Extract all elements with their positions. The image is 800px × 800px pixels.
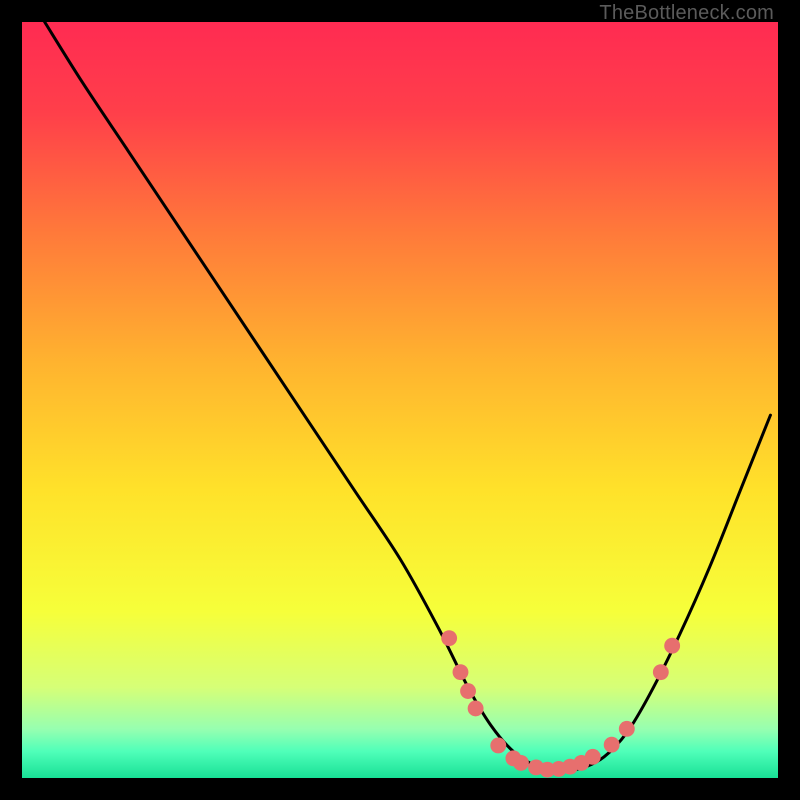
data-marker bbox=[460, 683, 476, 699]
data-marker bbox=[468, 701, 484, 717]
data-marker bbox=[490, 738, 506, 754]
bottleneck-chart bbox=[22, 22, 778, 778]
data-marker bbox=[653, 664, 669, 680]
data-marker bbox=[664, 638, 680, 654]
data-marker bbox=[585, 749, 601, 765]
data-marker bbox=[453, 664, 469, 680]
data-marker bbox=[441, 630, 457, 646]
data-marker bbox=[513, 755, 529, 771]
watermark-text: TheBottleneck.com bbox=[599, 2, 774, 25]
chart-frame bbox=[22, 22, 778, 778]
data-marker bbox=[619, 721, 635, 737]
data-marker bbox=[604, 737, 620, 753]
